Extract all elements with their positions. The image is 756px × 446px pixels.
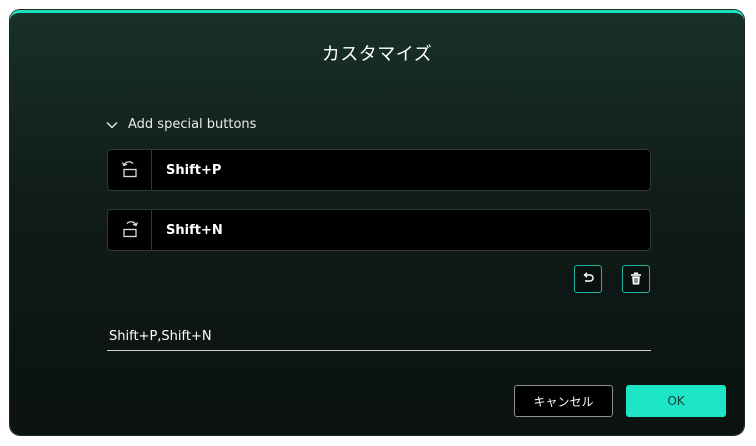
special-button-row-2[interactable]: Shift+N <box>107 209 651 251</box>
dialog-title: カスタマイズ <box>321 44 433 65</box>
trash-icon <box>630 270 642 289</box>
chevron-down-icon <box>106 121 118 129</box>
combined-shortcut-field[interactable]: Shift+P,Shift+N <box>107 329 651 351</box>
special-button-row-1[interactable]: Shift+P <box>107 149 651 191</box>
rotate-right-icon <box>108 210 152 250</box>
rotate-left-icon <box>108 150 152 190</box>
undo-button[interactable] <box>574 265 602 293</box>
shortcut-label: Shift+P <box>166 162 222 178</box>
ok-button[interactable]: OK <box>626 385 726 417</box>
cancel-button[interactable]: キャンセル <box>514 385 613 417</box>
undo-icon <box>581 270 595 289</box>
shortcut-label: Shift+N <box>166 222 223 238</box>
add-special-buttons-toggle[interactable]: Add special buttons <box>106 117 256 132</box>
section-label: Add special buttons <box>128 117 257 132</box>
delete-button[interactable] <box>622 265 650 293</box>
customize-dialog: カスタマイズ Add special buttons Shift+P Shift… <box>10 10 744 435</box>
